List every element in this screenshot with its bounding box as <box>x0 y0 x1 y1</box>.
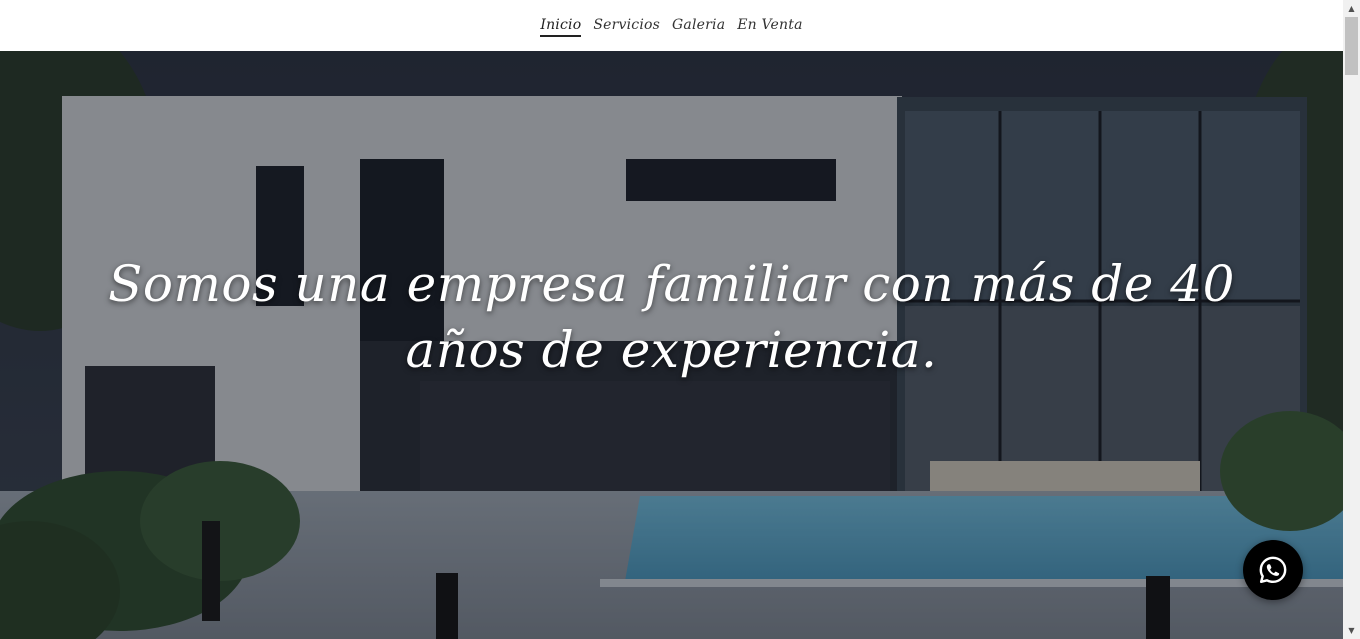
page: Inicio Servicios Galeria En Venta Somos … <box>0 0 1360 639</box>
whatsapp-icon <box>1259 556 1287 584</box>
hero-headline: Somos una empresa familiar con más de 40… <box>108 255 1235 379</box>
vertical-scrollbar[interactable]: ▲ ▼ <box>1343 0 1360 639</box>
nav-item-en-venta[interactable]: En Venta <box>737 17 802 37</box>
nav-item-galeria[interactable]: Galeria <box>672 17 725 37</box>
scrollbar-thumb[interactable] <box>1345 17 1358 75</box>
scroll-up-arrow-icon[interactable]: ▲ <box>1343 0 1360 17</box>
hero-section: Somos una empresa familiar con más de 40… <box>0 51 1343 639</box>
top-navigation-bar: Inicio Servicios Galeria En Venta <box>0 0 1343 51</box>
main-nav: Inicio Servicios Galeria En Venta <box>540 17 802 37</box>
nav-item-servicios[interactable]: Servicios <box>593 17 660 37</box>
nav-item-inicio[interactable]: Inicio <box>540 17 582 37</box>
scroll-down-arrow-icon[interactable]: ▼ <box>1343 622 1360 639</box>
whatsapp-button[interactable] <box>1243 540 1303 600</box>
